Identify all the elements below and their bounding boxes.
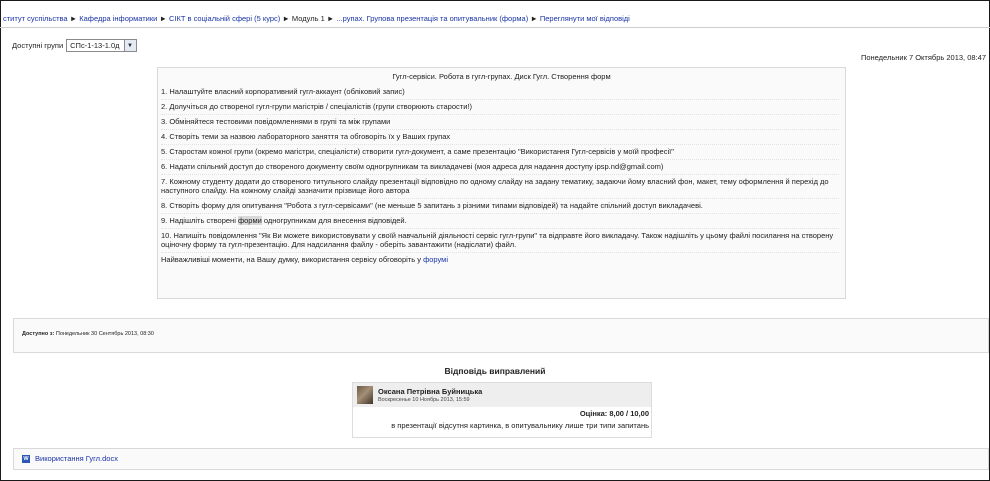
- list-item: 1. Налаштуйте власний корпоративний гугл…: [161, 85, 839, 100]
- assignment-title: Гугл-сервіси. Робота в гугл-групах. Диск…: [392, 72, 611, 81]
- breadcrumb-separator: ►: [326, 14, 335, 23]
- feedback-header: Оксана Петрівна Буйницька Воскресенье 10…: [353, 383, 651, 407]
- list-item: 5. Старостам кожної групи (окремо магіст…: [161, 145, 839, 160]
- list-item: 8. Створіть форму для опитування "Робота…: [161, 199, 839, 214]
- list-item: 3. Обміняйтеся тестовими повідомленнями …: [161, 115, 839, 130]
- availability-box: Доступно з: Понедельник 30 Сентябрь 2013…: [13, 318, 989, 353]
- feedback-grade: Оцінка: 8,00 / 10,00: [579, 409, 649, 418]
- chevron-down-icon[interactable]: ▼: [123, 40, 136, 51]
- breadcrumb-item-module: Модуль 1: [291, 14, 325, 23]
- available-date: Понедельник 30 Сентябрь 2013, 08:30: [55, 331, 154, 337]
- feedback-heading: Відповідь виправлений: [444, 366, 546, 376]
- groups-label: Доступні групи: [12, 41, 64, 50]
- breadcrumb-item-view-answers[interactable]: Переглянути мої відповіді: [540, 14, 630, 23]
- groups-select[interactable]: СПс-1-13-1.0д ▼: [66, 39, 137, 52]
- assignment-items: 1. Налаштуйте власний корпоративний гугл…: [161, 85, 839, 267]
- attachment-link[interactable]: Використання Гугл.docx: [35, 454, 118, 463]
- groups-selected-value: СПс-1-13-1.0д: [70, 41, 120, 50]
- assignment-description: Гугл-сервіси. Робота в гугл-групах. Диск…: [157, 67, 846, 299]
- feedback-date: Воскресенье 10 Ноябрь 2013, 15:59: [378, 397, 470, 403]
- breadcrumb-item-course[interactable]: СІКТ в соціальній сфері (5 курс): [169, 14, 280, 23]
- header-divider: [0, 27, 990, 28]
- item-text: одногрупникам для внесення відповідей.: [261, 216, 407, 225]
- breadcrumb-item-activity[interactable]: ...рупах. Групова презентація та опитува…: [336, 14, 528, 23]
- highlighted-word: форми: [237, 216, 262, 225]
- list-item: 7. Кожному студенту додати до створеного…: [161, 175, 839, 199]
- breadcrumb-separator: ►: [159, 14, 167, 23]
- feedback-author: Оксана Петрівна Буйницька: [378, 387, 483, 396]
- forum-link[interactable]: форумі: [423, 255, 448, 264]
- item-text: 9. Надішліть створені: [161, 216, 238, 225]
- feedback-card: Оксана Петрівна Буйницька Воскресенье 10…: [352, 382, 652, 438]
- avatar[interactable]: [357, 386, 373, 404]
- breadcrumb-item-institute[interactable]: ститут суспільства: [3, 14, 68, 23]
- list-item: 9. Надішліть створені форми одногрупника…: [161, 214, 839, 229]
- breadcrumb-separator: ►: [282, 14, 290, 23]
- breadcrumb-separator: ►: [530, 14, 538, 23]
- breadcrumb: ститут суспільства ► Кафедра інформатики…: [3, 13, 630, 25]
- forum-note: Найважливіші моменти, на Вашу думку, вик…: [161, 253, 839, 267]
- forum-note-text: Найважливіші моменти, на Вашу думку, вик…: [161, 255, 424, 264]
- list-item: 6. Надати спільний доступ до створеного …: [161, 160, 839, 175]
- list-item: 4. Створіть теми за назвою лабораторного…: [161, 130, 839, 145]
- list-item: 10. Напишіть повідомлення "Як Ви можете …: [161, 229, 839, 253]
- breadcrumb-separator: ►: [69, 14, 78, 23]
- breadcrumb-item-department[interactable]: Кафедра інформатики: [79, 14, 157, 23]
- current-date: Понедельник 7 Октябрь 2013, 08:47: [860, 53, 986, 62]
- group-selector: Доступні групи СПс-1-13-1.0д ▼: [12, 39, 137, 52]
- word-icon: W: [22, 455, 30, 463]
- availability-info: Доступно з: Понедельник 30 Сентябрь 2013…: [22, 331, 154, 337]
- list-item: 2. Долучіться до створеної гугл-групи ма…: [161, 100, 839, 115]
- attachment-box: W Використання Гугл.docx: [13, 448, 989, 470]
- available-label: Доступно з:: [22, 331, 55, 337]
- feedback-comment: в презентації відсутня картинка, в опиту…: [391, 421, 649, 430]
